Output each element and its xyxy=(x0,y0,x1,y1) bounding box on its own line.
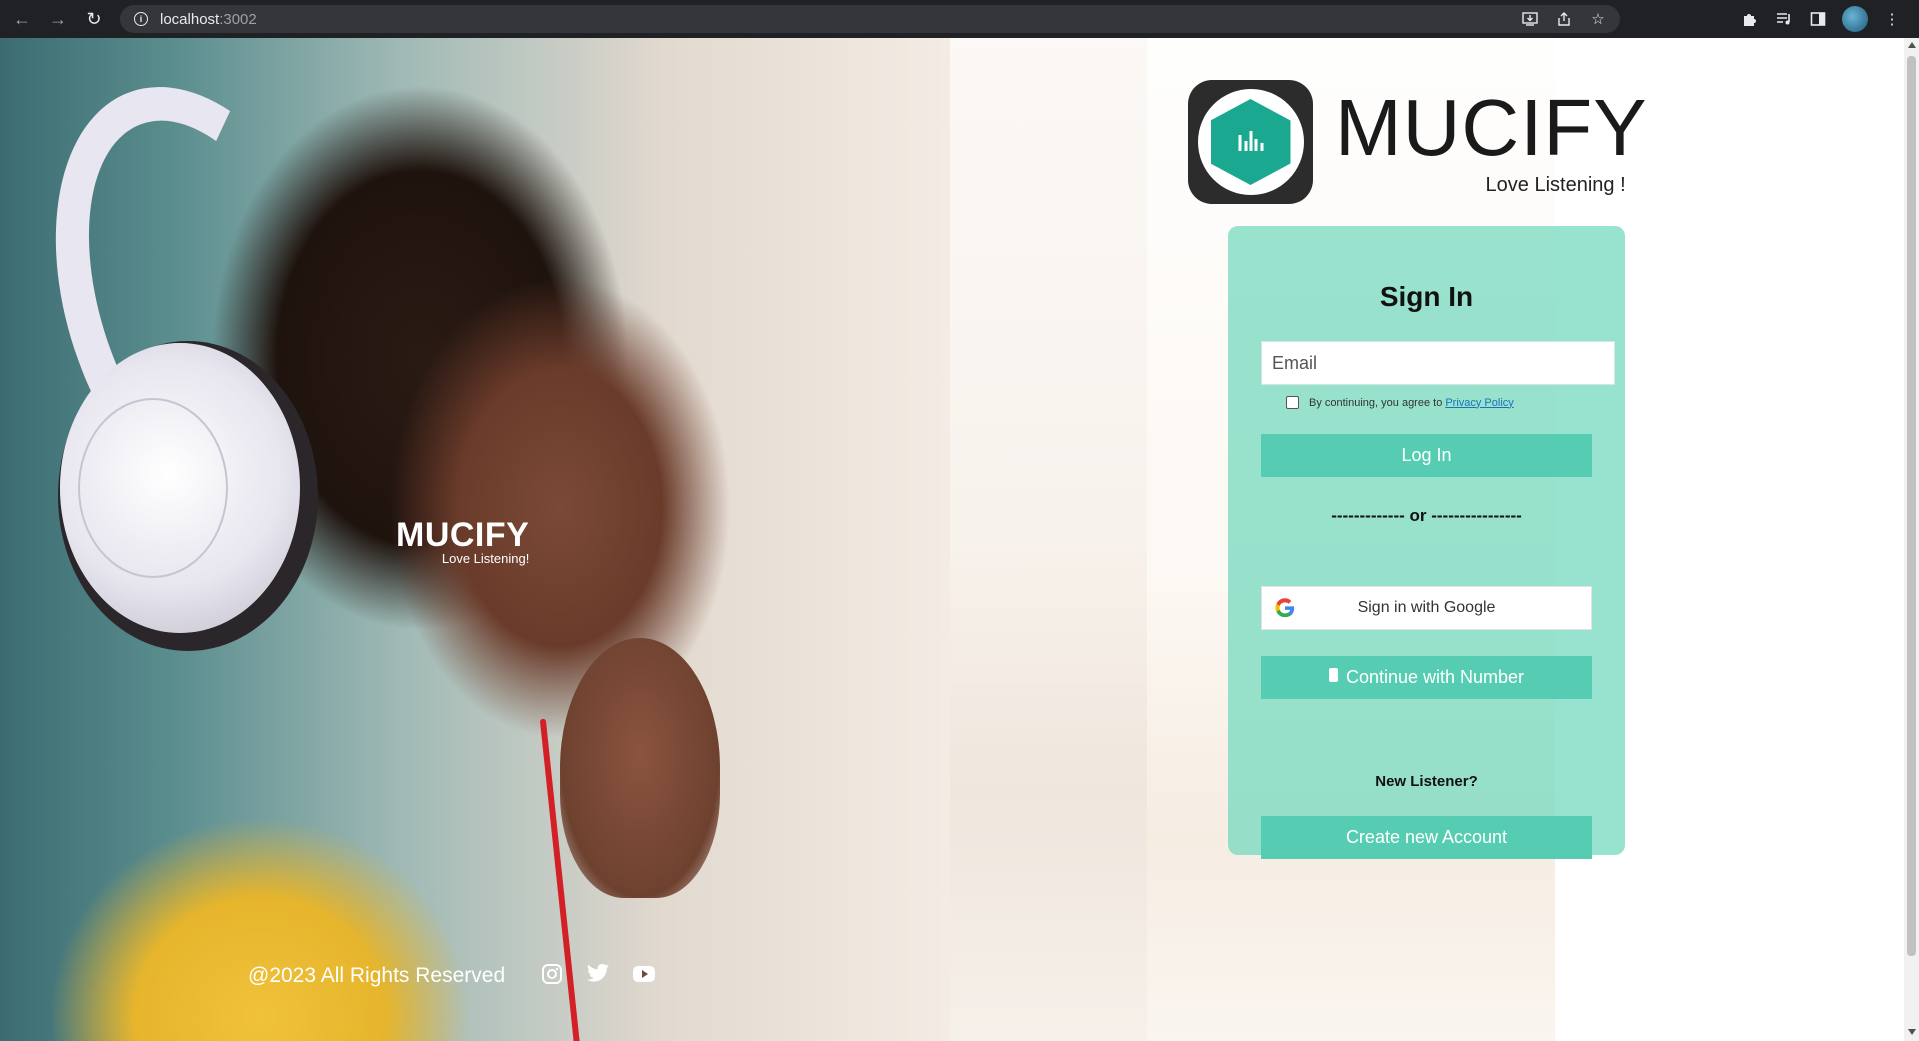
new-listener-text: New Listener? xyxy=(1375,773,1478,790)
consent-row: By continuing, you agree to Privacy Poli… xyxy=(1286,396,1514,409)
consent-checkbox[interactable] xyxy=(1286,396,1299,409)
continue-number-button[interactable]: Continue with Number xyxy=(1261,656,1592,699)
hero-logo: MUCIFY Love Listening! xyxy=(396,516,529,566)
instagram-icon[interactable] xyxy=(540,962,564,986)
media-control-icon[interactable] xyxy=(1774,9,1794,29)
site-info-icon[interactable]: i xyxy=(134,12,148,26)
twitter-icon[interactable] xyxy=(586,962,610,986)
bookmark-star-icon[interactable]: ☆ xyxy=(1588,9,1608,29)
headphone-cup-ring xyxy=(78,398,228,578)
google-signin-label: Sign in with Google xyxy=(1357,599,1496,616)
brand-tagline: Love Listening ! xyxy=(1485,174,1626,196)
scroll-down-arrow[interactable] xyxy=(1908,1029,1916,1035)
hero-logo-name: MUCIFY xyxy=(396,516,530,554)
create-account-button[interactable]: Create new Account xyxy=(1261,816,1592,859)
profile-avatar[interactable] xyxy=(1842,6,1868,32)
install-app-icon[interactable] xyxy=(1520,9,1540,29)
page-viewport: MUCIFY Love Listening! @2023 All Rights … xyxy=(0,38,1904,1041)
extensions-icon[interactable] xyxy=(1740,9,1760,29)
page-scrollbar[interactable] xyxy=(1904,38,1919,1041)
email-field[interactable] xyxy=(1261,341,1615,385)
youtube-icon[interactable] xyxy=(632,962,656,986)
url-host: localhost xyxy=(160,10,220,28)
hand-shape xyxy=(560,638,720,898)
share-icon[interactable] xyxy=(1554,9,1574,29)
continue-number-label: Continue with Number xyxy=(1345,667,1525,687)
social-links xyxy=(540,962,656,986)
scroll-up-arrow[interactable] xyxy=(1908,42,1916,48)
more-menu-icon[interactable]: ⋮ xyxy=(1882,9,1902,29)
scrollbar-thumb[interactable] xyxy=(1907,56,1916,956)
google-signin-button[interactable]: Sign in with Google xyxy=(1261,586,1592,630)
copyright-text: @2023 All Rights Reserved xyxy=(248,964,506,987)
brand-name: MUCIFY xyxy=(1335,83,1648,172)
browser-toolbar: ← → ↻ i localhost:3002 ☆ ⋮ xyxy=(0,0,1919,38)
back-icon[interactable]: ← xyxy=(8,5,36,33)
consent-text: By continuing, you agree to xyxy=(1309,396,1443,409)
address-bar[interactable]: i localhost:3002 ☆ xyxy=(120,5,1620,33)
brand-logo: MUCIFY Love Listening ! xyxy=(1188,80,1648,204)
privacy-policy-link[interactable]: Privacy Policy xyxy=(1445,397,1513,409)
or-divider: ------------- or ---------------- xyxy=(1331,506,1522,525)
phone-icon xyxy=(1328,667,1338,682)
hero-photo: MUCIFY Love Listening! @2023 All Rights … xyxy=(0,38,950,1041)
forward-icon[interactable]: → xyxy=(44,5,72,33)
side-panel-icon[interactable] xyxy=(1808,9,1828,29)
signin-card: Sign In By continuing, you agree to Priv… xyxy=(1228,226,1625,859)
google-icon xyxy=(1275,598,1295,618)
reload-icon[interactable]: ↻ xyxy=(80,5,108,33)
music-logo-icon xyxy=(1188,80,1313,204)
signin-title: Sign In xyxy=(1379,281,1474,312)
login-button[interactable]: Log In xyxy=(1261,434,1592,477)
url-port: :3002 xyxy=(219,10,257,28)
